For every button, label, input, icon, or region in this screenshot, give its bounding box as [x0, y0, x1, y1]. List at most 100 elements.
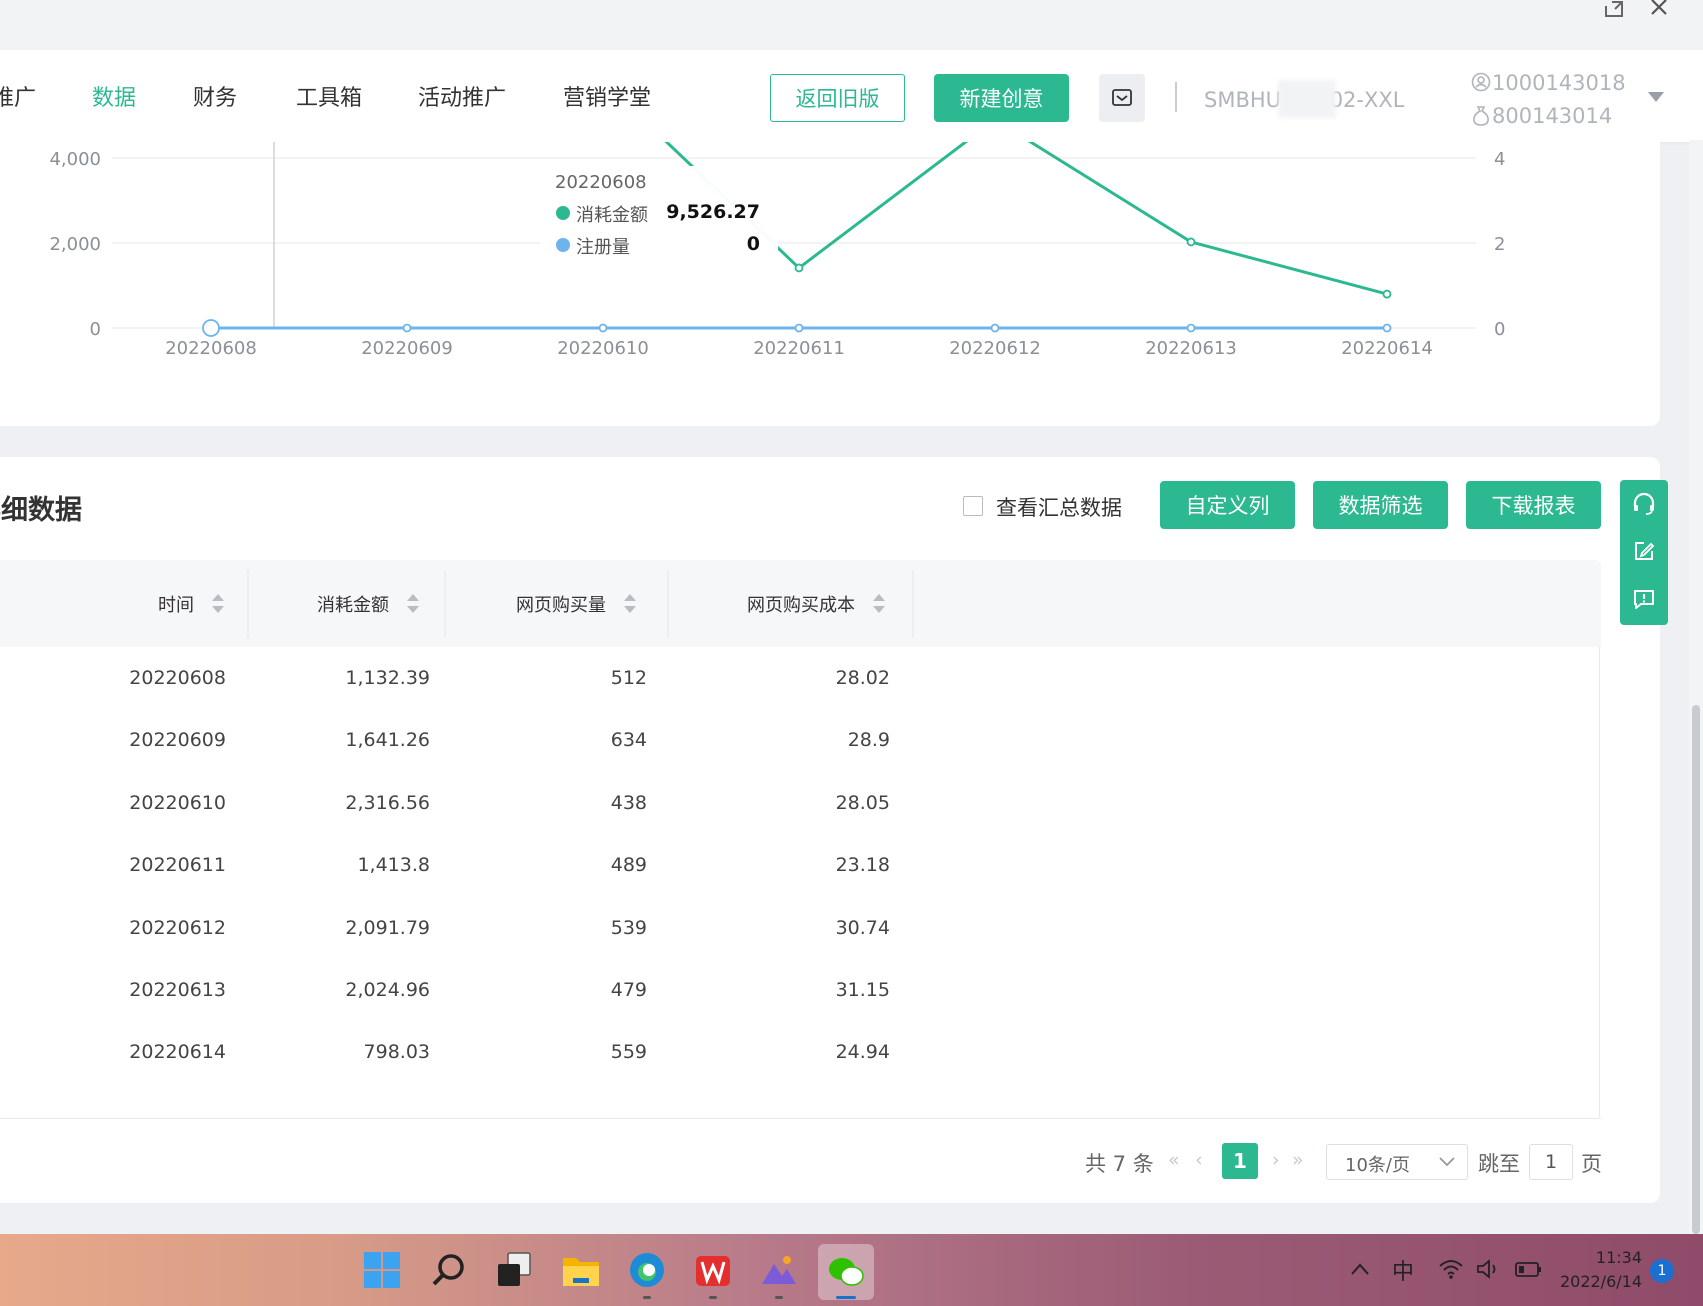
- table-cell: 798.03: [363, 1041, 430, 1063]
- volume-icon[interactable]: [1475, 1258, 1501, 1280]
- folder-icon: [563, 1258, 599, 1286]
- prev-page-icon[interactable]: ‹: [1195, 1149, 1203, 1171]
- edge-browser-button[interactable]: [627, 1250, 667, 1290]
- table-cell: 20220613: [129, 979, 226, 1001]
- table-cell: 1,413.8: [357, 854, 430, 876]
- table-row: 20220609 1,641.26 634 28.9: [0, 715, 1600, 771]
- table-row: 20220608 1,132.39 512 28.02: [0, 653, 1600, 709]
- column-header-web-purchases[interactable]: 网页购买量: [516, 591, 636, 617]
- table-cell: 559: [610, 1041, 647, 1063]
- column-divider: [247, 570, 249, 638]
- new-creative-button[interactable]: 新建创意: [934, 74, 1069, 122]
- summary-checkbox[interactable]: [963, 496, 983, 516]
- x-tick-label: 20220608: [165, 338, 257, 359]
- table-cell: 489: [610, 854, 647, 876]
- nav-item-finance[interactable]: 财务: [193, 80, 237, 112]
- pagination-current-page[interactable]: 1: [1222, 1143, 1258, 1179]
- table-row: 20220611 1,413.8 489 23.18: [0, 840, 1600, 896]
- task-view-button[interactable]: [494, 1250, 534, 1290]
- y-right-tick-label: 0: [1494, 319, 1505, 340]
- trend-chart-card: 4,000 4 2,000 2 0 0 20220608 20220609 20220610 20…: [0, 142, 1660, 426]
- table-cell: 20220611: [129, 854, 226, 876]
- account-id-primary: 1000143018: [1492, 71, 1626, 95]
- window-titlebar: [0, 0, 1703, 50]
- nav-item-promotion[interactable]: 推广: [0, 80, 36, 112]
- first-page-icon[interactable]: «: [1168, 1149, 1180, 1171]
- column-header-time[interactable]: 时间: [158, 591, 224, 617]
- table-cell: 1,132.39: [345, 667, 430, 689]
- table-cell: 1,641.26: [345, 729, 430, 751]
- wifi-icon[interactable]: [1438, 1258, 1464, 1280]
- photos-icon: [762, 1256, 796, 1284]
- y-left-tick-label: 4,000: [49, 149, 101, 170]
- table-cell: 24.94: [835, 1041, 890, 1063]
- nav-item-data[interactable]: 数据: [92, 80, 136, 112]
- nav-item-toolbox[interactable]: 工具箱: [296, 80, 362, 112]
- data-filter-button[interactable]: 数据筛选: [1313, 481, 1448, 529]
- summary-checkbox-label[interactable]: 查看汇总数据: [996, 492, 1122, 522]
- nav-item-activity[interactable]: 活动推广: [418, 80, 506, 112]
- goto-page-input[interactable]: 1: [1529, 1144, 1573, 1180]
- detail-title: 详细数据: [0, 495, 82, 526]
- custom-columns-button[interactable]: 自定义列: [1160, 481, 1295, 529]
- table-body: 20220608 1,132.39 512 28.02 20220609 1,641.26…: [0, 647, 1600, 1117]
- trend-chart: 4,000 4 2,000 2 0 0 20220608 20220609 20220610 20…: [49, 142, 1505, 359]
- tray-overflow-chevron-icon[interactable]: [1350, 1262, 1370, 1276]
- table-cell: 2,316.56: [345, 792, 430, 814]
- x-tick-label: 20220612: [949, 338, 1041, 359]
- table-cell: 479: [610, 979, 647, 1001]
- data-point: [202, 319, 220, 337]
- y-right-tick-label: 4: [1494, 149, 1505, 170]
- nav-item-academy[interactable]: 营销学堂: [563, 80, 651, 112]
- wechat-icon: [829, 1258, 864, 1286]
- headset-icon[interactable]: [1632, 492, 1656, 516]
- file-explorer-button[interactable]: [561, 1250, 601, 1290]
- table-cell: 20220608: [129, 667, 226, 689]
- maximize-icon[interactable]: [1603, 0, 1625, 18]
- notification-badge[interactable]: 1: [1650, 1259, 1674, 1283]
- tooltip-series-name: 注册量: [576, 237, 630, 258]
- table-cell: 23.18: [835, 854, 890, 876]
- wechat-button[interactable]: [818, 1244, 874, 1300]
- message-button[interactable]: [1099, 74, 1145, 122]
- running-app-indicator: [643, 1296, 651, 1299]
- feedback-icon[interactable]: [1633, 588, 1655, 610]
- page-size-select[interactable]: 10条/页: [1326, 1144, 1468, 1180]
- scrollbar-thumb[interactable]: [1692, 705, 1700, 1234]
- pagination-total: 共 7 条: [1085, 1152, 1154, 1176]
- download-report-button[interactable]: 下载报表: [1466, 481, 1601, 529]
- table-cell: 20220609: [129, 729, 226, 751]
- caret-down-icon[interactable]: [1647, 91, 1665, 103]
- next-page-icon[interactable]: ›: [1272, 1149, 1280, 1171]
- photos-app-button[interactable]: [759, 1250, 799, 1290]
- start-button[interactable]: [362, 1250, 402, 1290]
- column-header-web-purchase-cost[interactable]: 网页购买成本: [747, 591, 885, 617]
- ime-indicator[interactable]: 中: [1392, 1254, 1414, 1286]
- chart-tooltip: 20220608 消耗金额 9,526.27 注册量 0: [540, 166, 778, 266]
- nav-divider: [1175, 82, 1177, 112]
- table-cell: 539: [610, 917, 647, 939]
- edit-icon[interactable]: [1633, 540, 1655, 562]
- tooltip-date: 20220608: [555, 172, 647, 193]
- money-bag-icon: [1473, 106, 1489, 126]
- table-cell: 28.9: [847, 729, 890, 751]
- clock-time[interactable]: 11:34: [1562, 1248, 1642, 1267]
- search-button[interactable]: [428, 1250, 468, 1290]
- data-point: [990, 323, 1000, 333]
- wps-office-button[interactable]: [693, 1250, 733, 1290]
- close-icon[interactable]: [1649, 0, 1669, 16]
- x-tick-label: 20220610: [557, 338, 649, 359]
- clock-date[interactable]: 2022/6/14: [1542, 1272, 1642, 1291]
- column-header-spend[interactable]: 消耗金额: [317, 591, 419, 617]
- running-app-indicator: [775, 1296, 783, 1299]
- table-row: 20220612 2,091.79 539 30.74: [0, 903, 1600, 959]
- last-page-icon[interactable]: »: [1292, 1149, 1304, 1171]
- column-divider: [667, 570, 669, 638]
- battery-icon[interactable]: [1512, 1258, 1542, 1280]
- table-cell: 634: [610, 729, 647, 751]
- back-to-old-version-button[interactable]: 返回旧版: [770, 74, 905, 122]
- column-header-label: 网页购买量: [516, 595, 606, 616]
- table-cell: 28.05: [835, 792, 890, 814]
- table-cell: 30.74: [835, 917, 890, 939]
- x-tick-label: 20220613: [1145, 338, 1237, 359]
